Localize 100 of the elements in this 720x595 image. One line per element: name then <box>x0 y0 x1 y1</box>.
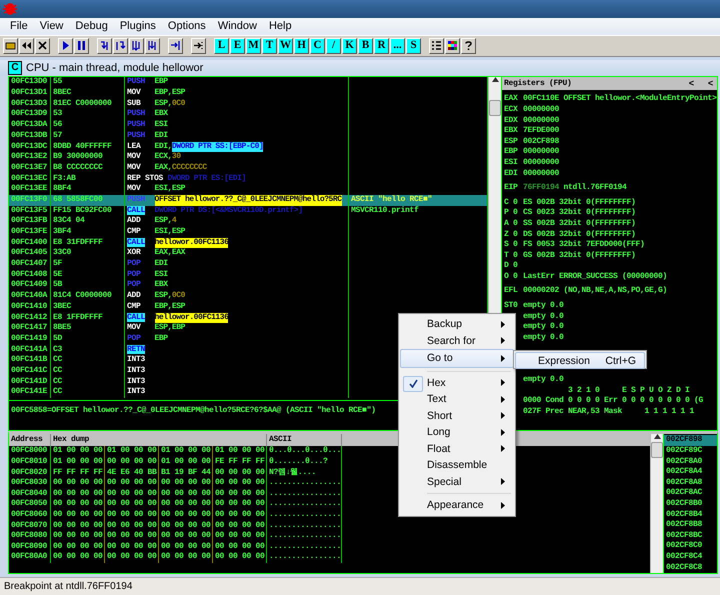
register-value: FS 0053 32bit 7EFDD000(FFF) <box>523 240 645 251</box>
flag-header: 3 2 1 0 E S P U O Z D I <box>568 386 690 396</box>
return-button[interactable] <box>168 38 183 54</box>
address: 00FC141B <box>11 355 48 366</box>
letter-button[interactable]: H <box>294 38 309 54</box>
disassembly-row[interactable]: 00FC1400 E8 31FDFFFF CALL hellowor.00FC1136 <box>9 238 488 248</box>
letter-button[interactable]: W <box>278 38 293 54</box>
letter-button[interactable]: T <box>262 38 277 54</box>
letter-button[interactable]: E <box>230 38 245 54</box>
disassembly-row[interactable]: 00FC13D1 8BEC MOV EBP,ESP <box>9 88 488 99</box>
stack-address[interactable]: 002CF8C0 <box>664 541 717 552</box>
stack-address[interactable]: 002CF8A4 <box>664 467 717 478</box>
disassembly-row[interactable]: 00FC13D3 81EC C0000000 SUB ESP,0C0 <box>9 98 488 110</box>
stack-address[interactable]: 002CF8AC <box>664 488 717 499</box>
register-label: EDX <box>504 116 519 126</box>
step-over-button[interactable] <box>113 38 128 54</box>
trace-into-button[interactable] <box>129 38 144 54</box>
scroll-left-button[interactable]: < <box>688 78 694 89</box>
letter-button[interactable]: S <box>406 38 421 54</box>
stack-address[interactable]: 002CF8B8 <box>664 520 717 531</box>
menu-item[interactable]: File <box>4 20 34 32</box>
menu-item[interactable]: Options <box>162 20 212 32</box>
menu-item[interactable]: Appearance <box>401 497 513 514</box>
column-header[interactable]: Hex dump <box>51 434 267 446</box>
hex-bytes: 00 00 00 00 <box>159 531 213 542</box>
letter-button[interactable]: / <box>326 38 341 54</box>
stack-address[interactable]: 002CF8A8 <box>664 478 717 488</box>
mnemonic: INT3 <box>127 387 146 396</box>
register-label: Z 0 <box>504 230 519 240</box>
disassembly-row[interactable]: 00FC140A 81C4 C0000000 ADD ESP,0C0 <box>9 291 488 302</box>
trace-over-button[interactable] <box>145 38 160 54</box>
stack-address[interactable]: 002CF8C8 <box>664 562 717 574</box>
disassembly-row[interactable]: 00FC13DA 56 PUSH ESI <box>9 120 488 131</box>
goto-button[interactable] <box>191 38 206 54</box>
stack-address[interactable]: 002CF8B4 <box>664 510 717 520</box>
disassembly-row[interactable]: 00FC13DC 8DBD 40FFFFFF LEA EDI,DWORD PTR SS:[EBP-C0] <box>9 142 488 152</box>
colors-button[interactable] <box>445 38 460 54</box>
menu-item[interactable]: Special <box>401 474 513 490</box>
run-button[interactable] <box>58 38 73 54</box>
scrollbar[interactable] <box>650 434 663 574</box>
letter-button[interactable]: R <box>374 38 389 54</box>
disassembly-row[interactable]: 00FC13EE 8BF4 MOV ESI,ESP <box>9 184 488 195</box>
disassembly-row[interactable]: 00FC1408 5E POP ESI <box>9 270 488 280</box>
column-header[interactable]: Address <box>9 434 51 446</box>
letter-button[interactable]: B <box>358 38 373 54</box>
disassembly-row[interactable]: 00FC13DB 57 PUSH EDI <box>9 130 488 142</box>
disassembly-row[interactable]: 00FC1410 3BEC CMP EBP,ESP <box>9 302 488 313</box>
restart-button[interactable] <box>19 38 34 54</box>
menu-item[interactable]: Help <box>262 20 298 32</box>
stack-address[interactable]: 002CF89C <box>664 446 717 457</box>
disassembly-row[interactable]: 00FC13D0 55 PUSH EBP <box>9 77 488 88</box>
stack-address[interactable]: 002CF8B0 <box>664 498 717 510</box>
disassembly-row[interactable]: 00FC13F5 FF15 BC92FC00 CALL DWORD PTR DS:[<&MSVCR110D.printf>] MSVCR110.printf <box>9 206 488 216</box>
close-button[interactable] <box>35 38 50 54</box>
letter-button[interactable]: M <box>246 38 261 54</box>
menu-item[interactable]: Go to <box>400 349 514 368</box>
menu-item[interactable]: Float <box>401 440 513 457</box>
register-value: GS 002B 32bit 0(FFFFFFFF) <box>523 250 636 262</box>
disassembly-row[interactable]: 00FC13FE 3BF4 CMP ESI,ESP <box>9 227 488 238</box>
letter-button[interactable]: ... <box>390 38 405 54</box>
play-icon <box>60 40 71 52</box>
menu-item[interactable]: View <box>34 20 70 32</box>
stack-address[interactable]: 002CF8A0 <box>664 456 717 468</box>
register-value: 00FC110E <box>523 94 560 105</box>
hex-bytes: 00 00 00 00 <box>213 468 267 478</box>
menu-item[interactable]: Short <box>401 408 513 424</box>
scroll-left-button[interactable]: < <box>708 78 713 89</box>
operand: hellowor.00FC1136 <box>154 238 228 248</box>
disassembly-row[interactable]: 00FC13EC F3:AB REP STOS DWORD PTR ES:[EDI] <box>9 174 488 184</box>
disassembly-row[interactable]: 00FC1409 5B POP EBX <box>9 280 488 292</box>
operand: EDI, <box>154 142 172 152</box>
stack-address[interactable]: 002CF898 <box>664 435 717 446</box>
scroll-thumb[interactable] <box>651 442 663 458</box>
letter-button[interactable]: K <box>342 38 357 54</box>
disassembly-row[interactable]: 00FC13D9 53 PUSH EBX <box>9 109 488 120</box>
disassembly-row[interactable]: 00FC13FB 83C4 04 ADD ESP,4 <box>9 216 488 228</box>
register-value: 002CF898 <box>523 136 560 148</box>
stack-address[interactable]: 002CF8BC <box>664 530 717 542</box>
menu-item[interactable]: Expression Ctrl+G <box>515 352 645 369</box>
hex-bytes: 00 00 00 00 <box>105 510 159 521</box>
menu-item[interactable]: Window <box>212 20 263 32</box>
help-button[interactable] <box>461 38 476 54</box>
letter-button[interactable]: L <box>214 38 229 54</box>
letter-button[interactable]: C <box>310 38 325 54</box>
hex-bytes: 55 <box>53 77 62 88</box>
menu-item[interactable]: Disassemble <box>401 457 513 474</box>
disassembly-row[interactable]: 00FC13E7 B8 CCCCCCCC MOV EAX,CCCCCCCC <box>9 162 488 174</box>
register-label: A 0 <box>504 218 519 230</box>
disassembly-row[interactable]: 00FC1405 33C0 XOR EAX,EAX <box>9 248 488 260</box>
list-button[interactable] <box>429 38 444 54</box>
stack-address[interactable]: 002CF8C4 <box>664 552 717 563</box>
menu-item[interactable]: Debug <box>69 20 114 32</box>
pause-button[interactable] <box>74 38 89 54</box>
open-button[interactable] <box>3 38 18 54</box>
disassembly-row[interactable]: 00FC13E2 B9 30000000 MOV ECX,30 <box>9 152 488 163</box>
disassembly-row[interactable]: 00FC1407 5F POP EDI <box>9 259 488 270</box>
step-into-button[interactable] <box>97 38 112 54</box>
menu-item[interactable]: Long <box>401 424 513 440</box>
scroll-thumb[interactable] <box>489 100 501 116</box>
menu-item[interactable]: Plugins <box>114 20 162 32</box>
